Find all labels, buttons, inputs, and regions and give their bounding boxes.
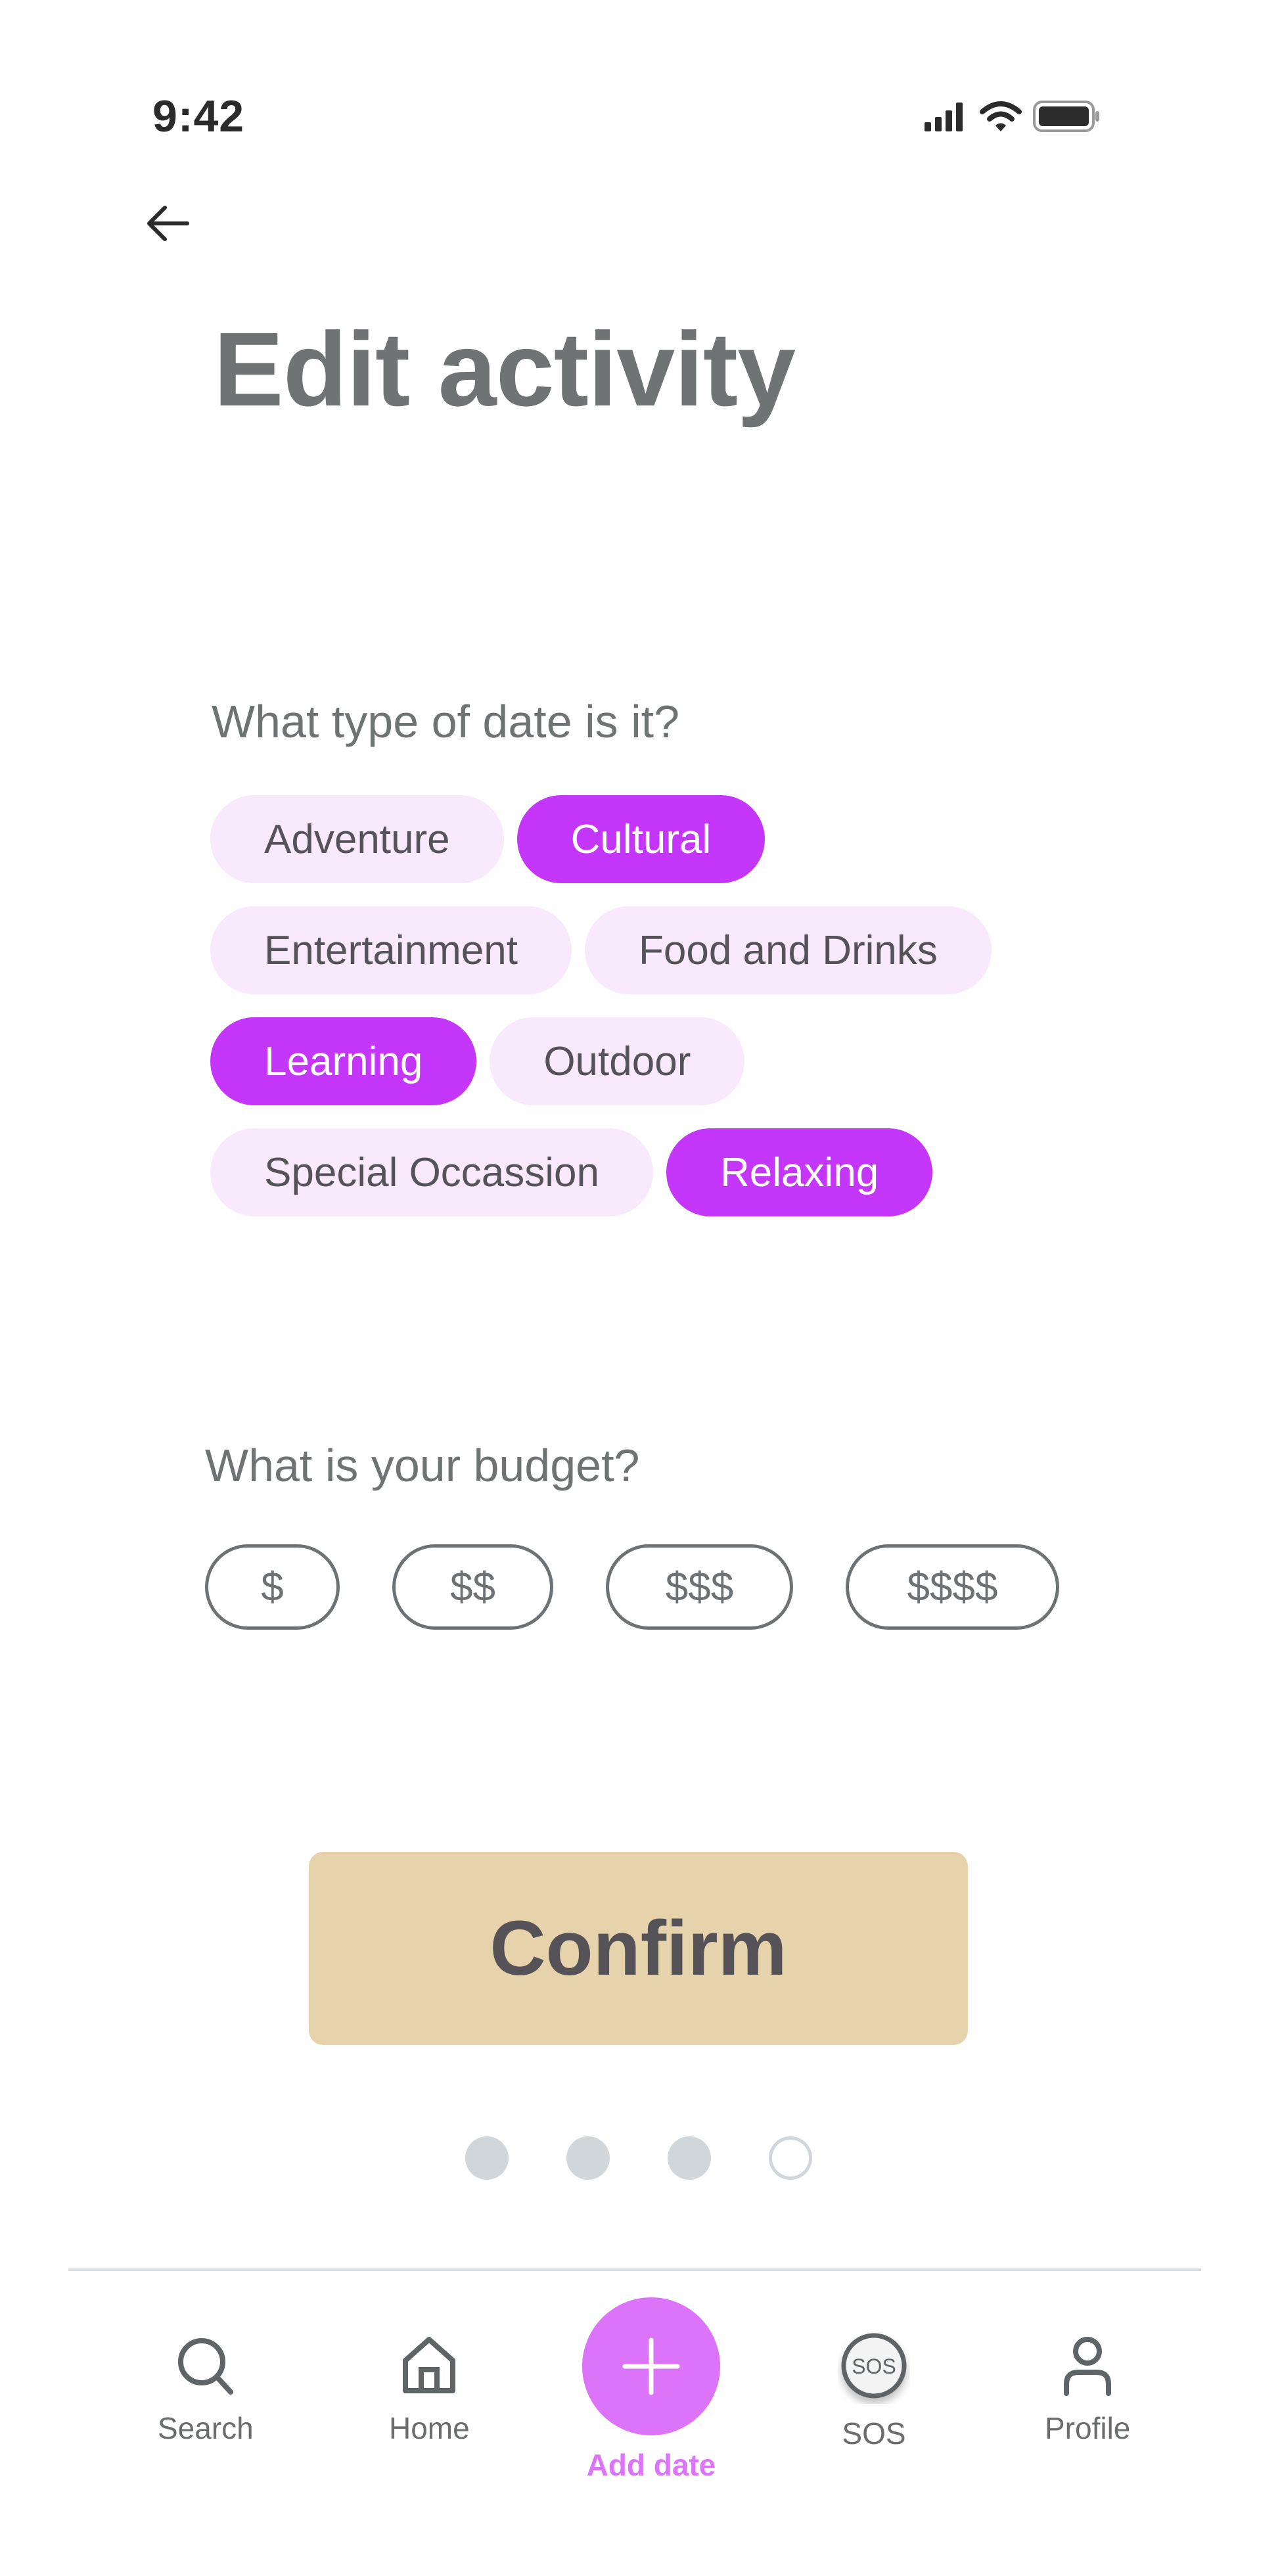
chip-label: Relaxing (720, 1149, 879, 1195)
plus-icon (622, 2337, 680, 2395)
nav-label: Add date (586, 2448, 716, 2482)
page-dot[interactable] (465, 2136, 509, 2180)
budget-label: $ (261, 1564, 284, 1610)
back-button[interactable] (141, 197, 194, 250)
status-time: 9:42 (152, 91, 245, 141)
nav-sos[interactable]: SOS SOS (838, 2332, 910, 2451)
chip-label: Food and Drinks (639, 927, 938, 973)
budget-2[interactable]: $$ (392, 1544, 553, 1630)
budget-4[interactable]: $$$$ (846, 1544, 1059, 1630)
status-icons (923, 100, 1101, 133)
confirm-button[interactable]: Confirm (309, 1852, 968, 2045)
budget-1[interactable]: $ (205, 1544, 340, 1630)
nav-add-date[interactable]: Add date (582, 2297, 720, 2483)
chip-label: Learning (264, 1038, 423, 1084)
budget-label: $$ (450, 1564, 495, 1610)
chip-adventure[interactable]: Adventure (210, 795, 504, 883)
chip-relaxing[interactable]: Relaxing (666, 1128, 933, 1216)
nav-label: Profile (1045, 2411, 1131, 2445)
nav-search[interactable]: Search (158, 2333, 254, 2446)
page-dot[interactable] (668, 2136, 711, 2180)
chip-outdoor[interactable]: Outdoor (490, 1017, 745, 1105)
chip-label: Outdoor (543, 1038, 691, 1084)
chip-label: Adventure (264, 816, 450, 862)
home-icon (403, 2337, 456, 2393)
nav-label: Search (158, 2411, 254, 2445)
search-icon (177, 2338, 233, 2395)
budget-label: $$$ (665, 1564, 734, 1610)
nav-divider (68, 2268, 1201, 2271)
page-dot[interactable] (566, 2136, 610, 2180)
chip-label: Entertainment (264, 927, 518, 973)
sos-icon: SOS (841, 2333, 907, 2399)
date-type-question: What type of date is it? (212, 696, 680, 747)
page-title: Edit activity (214, 310, 796, 428)
signal-icon (925, 103, 963, 131)
chip-entertainment[interactable]: Entertainment (210, 906, 572, 994)
nav-label: Home (389, 2411, 470, 2445)
chip-food-and-drinks[interactable]: Food and Drinks (585, 906, 992, 994)
chip-label: Special Occassion (264, 1149, 600, 1195)
chip-cultural[interactable]: Cultural (516, 795, 766, 883)
nav-label: SOS (842, 2416, 906, 2450)
arrow-left-icon (147, 206, 189, 241)
chip-label: Cultural (570, 816, 712, 862)
budget-options: $ $$ $$$ $$$$ (205, 1544, 1059, 1630)
pagination-dots (465, 2136, 812, 2180)
budget-question: What is your budget? (205, 1440, 640, 1491)
date-type-chips: Adventure Cultural Entertainment Food an… (210, 795, 1064, 1216)
budget-3[interactable]: $$$ (606, 1544, 793, 1630)
nav-profile[interactable]: Profile (1045, 2333, 1130, 2446)
add-date-button[interactable] (582, 2297, 720, 2435)
nav-home[interactable]: Home (389, 2333, 470, 2446)
budget-label: $$$$ (907, 1564, 998, 1610)
svg-text:SOS: SOS (852, 2355, 896, 2378)
profile-icon (1064, 2337, 1112, 2396)
page-dot-current[interactable] (769, 2136, 812, 2180)
battery-icon (1033, 101, 1099, 132)
wifi-icon (980, 101, 1022, 131)
chip-learning[interactable]: Learning (210, 1017, 477, 1105)
chip-special-occassion[interactable]: Special Occassion (210, 1128, 654, 1216)
